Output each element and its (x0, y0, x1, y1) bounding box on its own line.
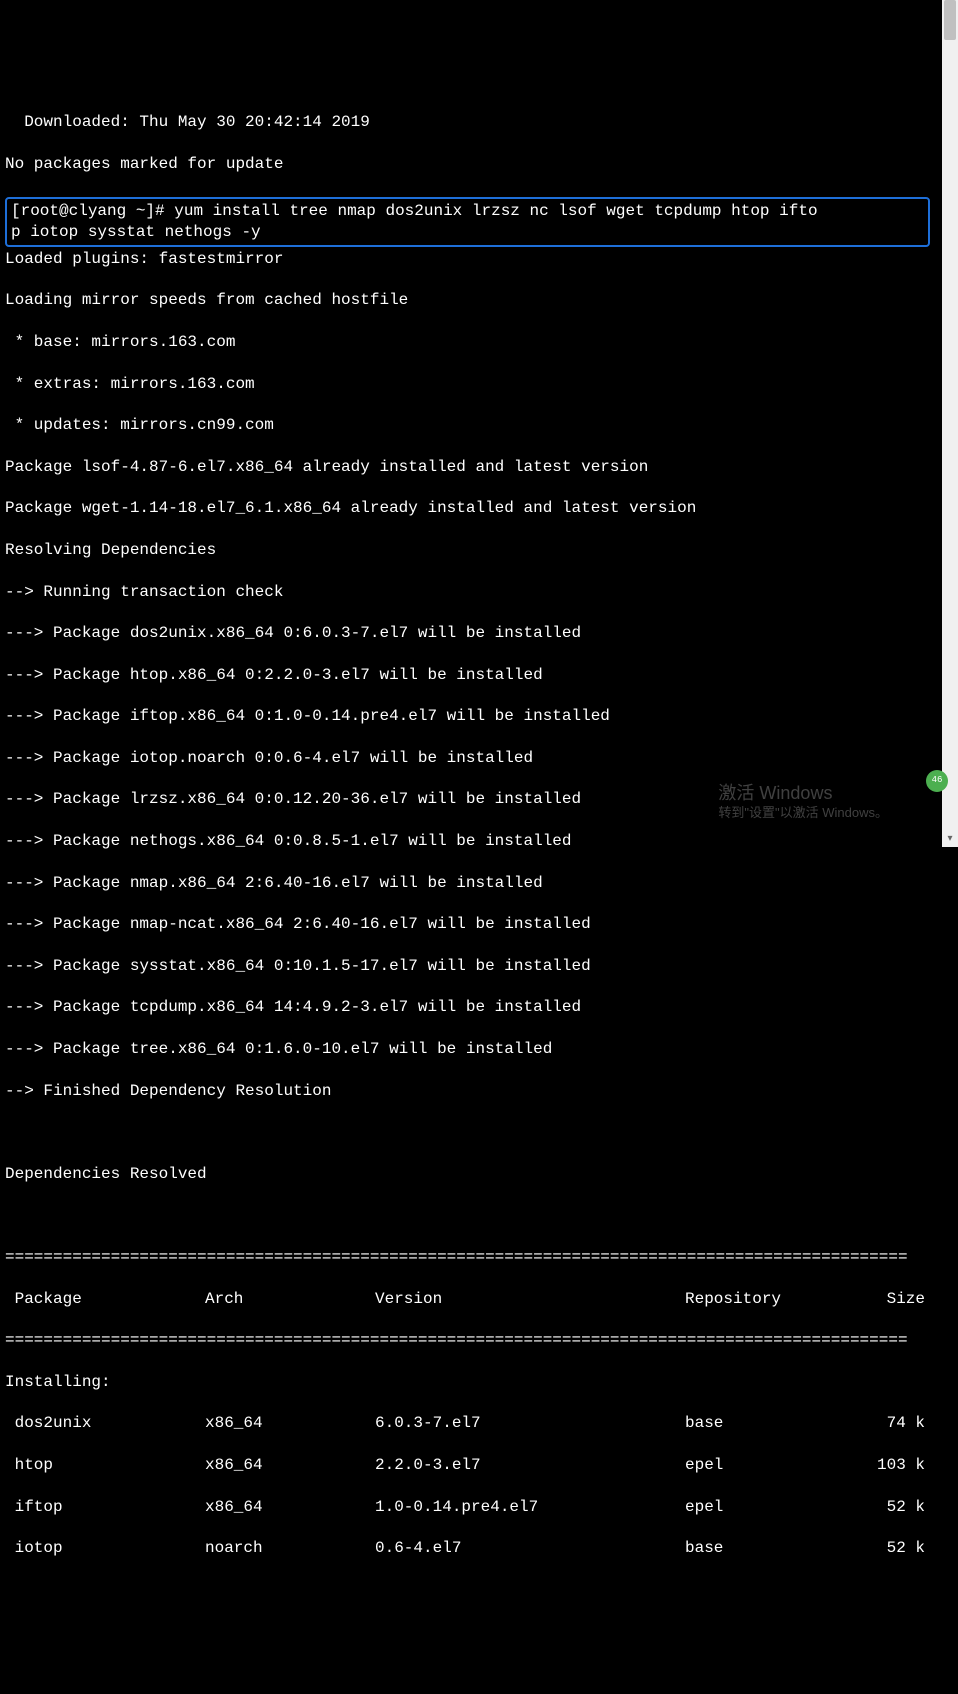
command-text-1: yum install tree nmap dos2unix lrzsz nc … (174, 202, 817, 220)
cell-package: iftop (5, 1497, 205, 1518)
pkg-wget: Package wget-1.14-18.el7_6.1.x86_64 alre… (5, 498, 953, 519)
table-row: iotopnoarch0.6-4.el7base52 k (5, 1538, 953, 1559)
cell-version: 1.0-0.14.pre4.el7 (375, 1497, 685, 1518)
cell-size: 52 k (855, 1538, 925, 1559)
dep-line: ---> Package nmap.x86_64 2:6.40-16.el7 w… (5, 873, 953, 894)
table-row: htopx86_642.2.0-3.el7epel103 k (5, 1455, 953, 1476)
watermark-subtitle: 转到"设置"以激活 Windows。 (718, 805, 888, 822)
cell-arch: x86_64 (205, 1455, 375, 1476)
header-repository: Repository (685, 1289, 855, 1310)
downloaded-line: Downloaded: Thu May 30 20:42:14 2019 (5, 112, 953, 133)
loading-mirror: Loading mirror speeds from cached hostfi… (5, 290, 953, 311)
cell-package: htop (5, 1455, 205, 1476)
shell-prompt: [root@clyang ~]# (11, 202, 174, 220)
command-highlight: [root@clyang ~]# yum install tree nmap d… (5, 197, 930, 247)
watermark-title: 激活 Windows (718, 783, 832, 803)
cell-repo: epel (685, 1455, 855, 1476)
header-package: Package (5, 1289, 205, 1310)
pkg-lsof: Package lsof-4.87-6.el7.x86_64 already i… (5, 457, 953, 478)
notification-badge[interactable]: 46 (926, 770, 948, 792)
loaded-plugins: Loaded plugins: fastestmirror (5, 249, 953, 270)
header-arch: Arch (205, 1289, 375, 1310)
header-size: Size (855, 1289, 925, 1310)
dep-line: ---> Package dos2unix.x86_64 0:6.0.3-7.e… (5, 623, 953, 644)
header-version: Version (375, 1289, 685, 1310)
command-text-2: p iotop sysstat nethogs -y (11, 223, 261, 241)
table-separator: ========================================… (5, 1247, 953, 1268)
badge-count: 46 (932, 775, 943, 787)
cell-package: dos2unix (5, 1413, 205, 1434)
cell-arch: noarch (205, 1538, 375, 1559)
no-packages-line: No packages marked for update (5, 154, 953, 175)
installing-label: Installing: (5, 1372, 953, 1393)
cell-version: 0.6-4.el7 (375, 1538, 685, 1559)
dep-line: ---> Package iftop.x86_64 0:1.0-0.14.pre… (5, 706, 953, 727)
cell-arch: x86_64 (205, 1413, 375, 1434)
resolving: Resolving Dependencies (5, 540, 953, 561)
cell-repo: base (685, 1538, 855, 1559)
dep-line: ---> Package tcpdump.x86_64 14:4.9.2-3.e… (5, 997, 953, 1018)
scrollbar-thumb[interactable] (944, 0, 956, 40)
terminal-output[interactable]: Downloaded: Thu May 30 20:42:14 2019 No … (5, 91, 953, 1580)
mirror-base: * base: mirrors.163.com (5, 332, 953, 353)
dep-line: ---> Package nethogs.x86_64 0:0.8.5-1.el… (5, 831, 953, 852)
vertical-scrollbar[interactable]: ▾ (942, 0, 958, 847)
cell-size: 103 k (855, 1455, 925, 1476)
windows-activation-watermark: 激活 Windows 转到"设置"以激活 Windows。 (718, 782, 888, 822)
finished-dep: --> Finished Dependency Resolution (5, 1081, 953, 1102)
dep-line: ---> Package sysstat.x86_64 0:10.1.5-17.… (5, 956, 953, 977)
dep-line: ---> Package htop.x86_64 0:2.2.0-3.el7 w… (5, 665, 953, 686)
dep-line: ---> Package nmap-ncat.x86_64 2:6.40-16.… (5, 914, 953, 935)
cell-size: 52 k (855, 1497, 925, 1518)
table-row: iftopx86_641.0-0.14.pre4.el7epel52 k (5, 1497, 953, 1518)
mirror-extras: * extras: mirrors.163.com (5, 374, 953, 395)
cell-package: iotop (5, 1538, 205, 1559)
cell-arch: x86_64 (205, 1497, 375, 1518)
cell-repo: epel (685, 1497, 855, 1518)
cell-version: 2.2.0-3.el7 (375, 1455, 685, 1476)
table-header-row: PackageArchVersionRepositorySize (5, 1289, 953, 1310)
deps-resolved: Dependencies Resolved (5, 1164, 953, 1185)
blank-line (5, 1205, 953, 1226)
dep-line: ---> Package tree.x86_64 0:1.6.0-10.el7 … (5, 1039, 953, 1060)
table-row: dos2unixx86_646.0.3-7.el7base74 k (5, 1413, 953, 1434)
table-separator: ========================================… (5, 1330, 953, 1351)
cell-version: 6.0.3-7.el7 (375, 1413, 685, 1434)
dep-line: ---> Package iotop.noarch 0:0.6-4.el7 wi… (5, 748, 953, 769)
scrollbar-down-arrow-icon[interactable]: ▾ (944, 833, 956, 845)
blank-line (5, 1122, 953, 1143)
cell-repo: base (685, 1413, 855, 1434)
cell-size: 74 k (855, 1413, 925, 1434)
mirror-updates: * updates: mirrors.cn99.com (5, 415, 953, 436)
trans-check: --> Running transaction check (5, 582, 953, 603)
